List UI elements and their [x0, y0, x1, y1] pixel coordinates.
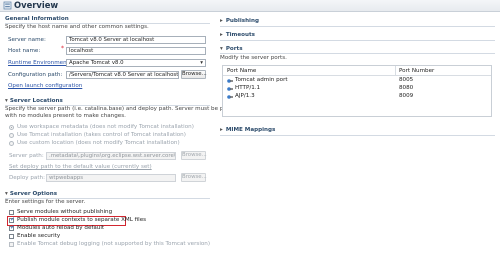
runtime-environment-link[interactable]: Runtime Environment: [8, 60, 71, 66]
server-icon [3, 1, 12, 10]
column-divider [395, 66, 396, 75]
port-name-cell: HTTP/1.1 [235, 85, 261, 91]
runtime-environment-select[interactable]: Apache Tomcat v8.0 [66, 59, 206, 67]
section-divider [220, 53, 495, 54]
server-path-browse-button[interactable]: Browse... [181, 151, 207, 160]
table-row[interactable]: Tomcat admin port 8005 [223, 77, 491, 85]
modules-auto-reload-checkbox[interactable] [9, 224, 15, 231]
custom-location-radio[interactable] [9, 141, 14, 146]
server-path-label: Server path: [9, 153, 44, 159]
section-divider [220, 40, 495, 41]
tomcat-installation-label: Use Tomcat installation (takes control o… [17, 132, 186, 138]
ports-table: Port Name Port Number Tomcat admin port … [222, 65, 492, 117]
configuration-path-label: Configuration path: [8, 72, 63, 78]
port-number-cell[interactable]: 8005 [399, 77, 413, 83]
runtime-environment-value: Apache Tomcat v8.0 [69, 60, 124, 66]
enable-security-label: Enable security [17, 233, 61, 239]
deploy-path-label: Deploy path: [9, 175, 45, 181]
port-number-cell[interactable]: 8080 [399, 85, 413, 91]
ports-desc: Modify the server ports. [220, 55, 287, 61]
server-name-label: Server name: [8, 37, 46, 43]
timeouts-section[interactable]: Timeouts [220, 32, 255, 38]
mime-mappings-section[interactable]: MIME Mappings [220, 127, 276, 133]
publishing-section[interactable]: Publishing [220, 18, 259, 24]
section-divider [220, 135, 495, 136]
deploy-path-field[interactable]: wtpwebapps [46, 174, 176, 182]
default-deploy-path-link[interactable]: Set deploy path to the default value (cu… [9, 164, 152, 170]
configuration-browse-button[interactable]: Browse... [181, 70, 207, 79]
port-name-cell: AJP/1.3 [235, 93, 255, 99]
enable-security-checkbox[interactable] [9, 234, 14, 239]
modules-auto-reload-label: Modules auto reload by default [17, 225, 105, 231]
section-divider [220, 26, 495, 27]
port-icon [227, 79, 233, 83]
serve-without-publishing-checkbox[interactable] [9, 210, 14, 215]
overview-header: Overview [0, 0, 500, 12]
table-row[interactable]: HTTP/1.1 8080 [223, 85, 491, 93]
table-row[interactable]: AJP/1.3 8009 [223, 93, 491, 101]
host-name-field[interactable]: localhost [66, 47, 206, 55]
workspace-metadata-label: Use workspace metadata (does not modify … [17, 124, 194, 130]
debug-logging-label: Enable Tomcat debug logging (not support… [17, 241, 211, 247]
debug-logging-checkbox[interactable] [9, 242, 14, 247]
server-locations-desc-2: with no modules present to make changes. [5, 113, 126, 119]
open-launch-configuration-link[interactable]: Open launch configuration [8, 83, 82, 89]
port-number-column-header[interactable]: Port Number [399, 68, 434, 74]
ports-section[interactable]: Ports [220, 46, 243, 52]
port-name-column-header[interactable]: Port Name [227, 68, 256, 74]
serve-without-publishing-label: Serve modules without publishing [17, 209, 113, 215]
general-info-title: General Information [5, 16, 69, 22]
server-locations-desc-1: Specify the server path (i.e. catalina.b… [5, 106, 248, 112]
port-icon [227, 95, 233, 99]
required-marker: * [61, 45, 64, 52]
publish-contexts-checkbox[interactable] [9, 216, 15, 223]
server-name-field[interactable]: Tomcat v8.0 Server at localhost [66, 36, 206, 44]
publish-contexts-label: Publish module contexts to separate XML … [17, 217, 147, 223]
server-locations-title[interactable]: Server Locations [5, 98, 63, 104]
page-title: Overview [14, 0, 59, 10]
port-icon [227, 87, 233, 91]
ports-table-header [223, 66, 491, 76]
port-number-cell[interactable]: 8009 [399, 93, 413, 99]
deploy-path-browse-button[interactable]: Browse... [181, 173, 207, 182]
configuration-path-field[interactable]: /Servers/Tomcat v8.0 Server at localhost… [66, 71, 179, 79]
server-options-desc: Enter settings for the server. [5, 199, 86, 205]
host-name-label: Host name: [8, 48, 41, 54]
server-path-field[interactable]: .metadata\.plugins\org.eclipse.wst.serve… [46, 152, 176, 160]
workspace-metadata-radio[interactable] [9, 125, 14, 130]
tomcat-installation-radio[interactable] [9, 133, 14, 138]
port-name-cell: Tomcat admin port [235, 77, 288, 83]
custom-location-label: Use custom location (does not modify Tom… [17, 140, 180, 146]
server-options-title[interactable]: Server Options [5, 191, 57, 197]
general-info-desc: Specify the host name and other common s… [5, 24, 149, 30]
